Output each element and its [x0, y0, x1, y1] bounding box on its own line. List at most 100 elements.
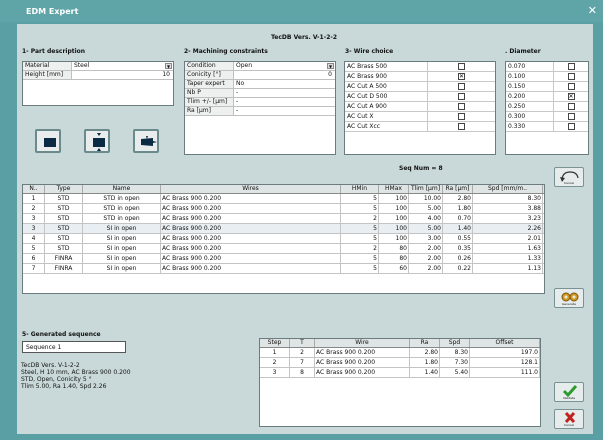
wire-checkbox[interactable]: [458, 123, 465, 130]
wire-item[interactable]: AC Cut Xcc: [345, 122, 495, 132]
diameter-item[interactable]: 0.250: [506, 102, 588, 112]
diameter-checkbox[interactable]: [567, 73, 575, 80]
taper-profile-button[interactable]: [133, 129, 159, 153]
diameter-checkbox[interactable]: [567, 83, 575, 90]
steps-header-cell[interactable]: Wire: [315, 339, 410, 347]
wire-checkbox[interactable]: [458, 93, 465, 100]
steps-cell: 5.40: [440, 368, 470, 377]
results-cell: 1.40: [443, 224, 473, 233]
part-value[interactable]: Steel: [72, 62, 173, 70]
generate-button[interactable]: Generate: [554, 288, 584, 308]
steps-header-cell[interactable]: Step: [260, 339, 290, 347]
rect-profile-button[interactable]: [35, 129, 61, 153]
results-header-cell[interactable]: HMin: [341, 185, 379, 193]
machining-row: Conicity [°] 0: [185, 71, 335, 80]
rect-arrows-profile-button[interactable]: [84, 129, 110, 153]
wire-checkbox[interactable]: [458, 113, 465, 120]
wire-item[interactable]: AC Cut A 900: [345, 102, 495, 112]
results-row[interactable]: 2 STD STD in open AC Brass 900 0.200 5 100 5.0…: [23, 204, 544, 214]
machining-value[interactable]: -: [234, 89, 335, 97]
results-header-cell[interactable]: Type: [45, 185, 83, 193]
diameter-item[interactable]: 0.200 ✕: [506, 92, 588, 102]
sequence-name-field[interactable]: Sequence 1: [22, 341, 126, 353]
dropdown-arrow-icon[interactable]: ▼: [327, 63, 334, 69]
steps-row[interactable]: 1 2 AC Brass 900 0.200 2.80 8.30 197.0: [260, 348, 540, 358]
steps-table: Step T Wire Ra Spd Offset 1 2 AC Brass 900 0.200…: [259, 338, 541, 427]
close-icon[interactable]: ✕: [588, 4, 597, 17]
results-header-cell[interactable]: HMax: [379, 185, 409, 193]
results-cell: 3: [23, 224, 45, 233]
dropdown-arrow-icon[interactable]: ▼: [165, 63, 172, 69]
validate-button[interactable]: Validate: [554, 382, 584, 402]
diameter-item[interactable]: 0.100: [506, 72, 588, 82]
wire-item[interactable]: AC Cut X: [345, 112, 495, 122]
diameter-checkbox[interactable]: [567, 103, 575, 110]
wire-checkbox[interactable]: ✕: [458, 73, 465, 80]
diameter-checkbox-cell: [554, 63, 588, 70]
results-row[interactable]: 3 STD STD in open AC Brass 900 0.200 2 100 4.0…: [23, 214, 544, 224]
steps-header-cell[interactable]: Spd: [440, 339, 470, 347]
title-bar: EDM Expert ✕: [0, 0, 603, 22]
steps-header-cell[interactable]: Ra: [410, 339, 440, 347]
machining-value[interactable]: Open: [234, 62, 335, 70]
wire-item[interactable]: AC Brass 900 ✕: [345, 72, 495, 82]
steps-header-cell[interactable]: Offset: [470, 339, 540, 347]
results-header-cell[interactable]: Name: [83, 185, 161, 193]
sequence-notes: TecDB Vers. V-1-2-2 Steel, H 10 mm, AC Br…: [21, 362, 131, 390]
diameter-checkbox[interactable]: [567, 63, 575, 70]
diameter-checkbox[interactable]: ✕: [567, 93, 575, 100]
machining-value[interactable]: 0: [234, 71, 335, 79]
results-cell: 10.00: [409, 194, 443, 203]
steps-row[interactable]: 3 8 AC Brass 900 0.200 1.40 5.40 111.0: [260, 368, 540, 378]
results-header-cell[interactable]: N..: [23, 185, 45, 193]
results-cell: 1.63: [473, 244, 543, 253]
diameter-item[interactable]: 0.070: [506, 62, 588, 72]
wire-checkbox[interactable]: [458, 83, 465, 90]
results-header-cell[interactable]: Tlim [µm]: [409, 185, 443, 193]
wire-checkbox-cell: [428, 103, 495, 110]
steps-cell: AC Brass 900 0.200: [315, 348, 410, 357]
steps-row[interactable]: 2 7 AC Brass 900 0.200 1.80 7.30 128.1: [260, 358, 540, 368]
results-row[interactable]: 5 STD SI in open AC Brass 900 0.200 2 80 2.00 0…: [23, 244, 544, 254]
steps-cell: 7: [290, 358, 315, 367]
diameter-item[interactable]: 0.300: [506, 112, 588, 122]
part-value[interactable]: 10: [72, 71, 173, 79]
results-row[interactable]: 1 STD STD in open AC Brass 900 0.200 5 100 10.…: [23, 194, 544, 204]
results-header-cell[interactable]: Spd [mm/m..: [473, 185, 543, 193]
machining-value[interactable]: No: [234, 80, 335, 88]
window-title: EDM Expert: [26, 7, 79, 16]
steps-header-cell[interactable]: T: [290, 339, 315, 347]
machining-value[interactable]: -: [234, 107, 335, 115]
steps-header-row: Step T Wire Ra Spd Offset: [260, 339, 540, 348]
wire-checkbox[interactable]: [458, 63, 465, 70]
wire-item[interactable]: AC Brass 500: [345, 62, 495, 72]
wire-checkbox-cell: [428, 83, 495, 90]
results-row[interactable]: 4 STD SI in open AC Brass 900 0.200 5 100 3.00…: [23, 234, 544, 244]
wire-item[interactable]: AC Cut A 500: [345, 82, 495, 92]
results-header-cell[interactable]: Ra [µm]: [443, 185, 473, 193]
results-cell: 5: [341, 194, 379, 203]
validate-label: Validate: [562, 396, 576, 400]
diameter-checkbox-cell: [554, 113, 588, 120]
wire-checkbox-cell: [428, 113, 495, 120]
cancel-selection-button[interactable]: Cancel: [554, 167, 584, 187]
results-header-cell[interactable]: Wires: [161, 185, 341, 193]
results-cell: 0.35: [443, 244, 473, 253]
diameter-checkbox[interactable]: [567, 123, 575, 130]
results-cell: AC Brass 900 0.200: [161, 234, 341, 243]
machining-value[interactable]: -: [234, 98, 335, 106]
results-row[interactable]: 7 FINRA SI in open AC Brass 900 0.200 5 60 2.0…: [23, 264, 544, 274]
diameter-item[interactable]: 0.330: [506, 122, 588, 132]
cancel-button[interactable]: Cancel: [554, 409, 584, 429]
results-cell: 2.80: [443, 194, 473, 203]
results-cell: 5.00: [409, 224, 443, 233]
results-row[interactable]: 6 FINRA SI in open AC Brass 900 0.200 5 80 2.0…: [23, 254, 544, 264]
results-cell: 0.70: [443, 214, 473, 223]
results-cell: 2: [23, 204, 45, 213]
wire-checkbox[interactable]: [458, 103, 465, 110]
diameter-checkbox[interactable]: [567, 113, 575, 120]
wire-item[interactable]: AC Cut D 500: [345, 92, 495, 102]
diameter-item[interactable]: 0.150: [506, 82, 588, 92]
sequence-note-line: TecDB Vers. V-1-2-2: [21, 362, 80, 369]
results-row[interactable]: 3 STD SI in open AC Brass 900 0.200 5 100 5.00…: [23, 224, 544, 234]
